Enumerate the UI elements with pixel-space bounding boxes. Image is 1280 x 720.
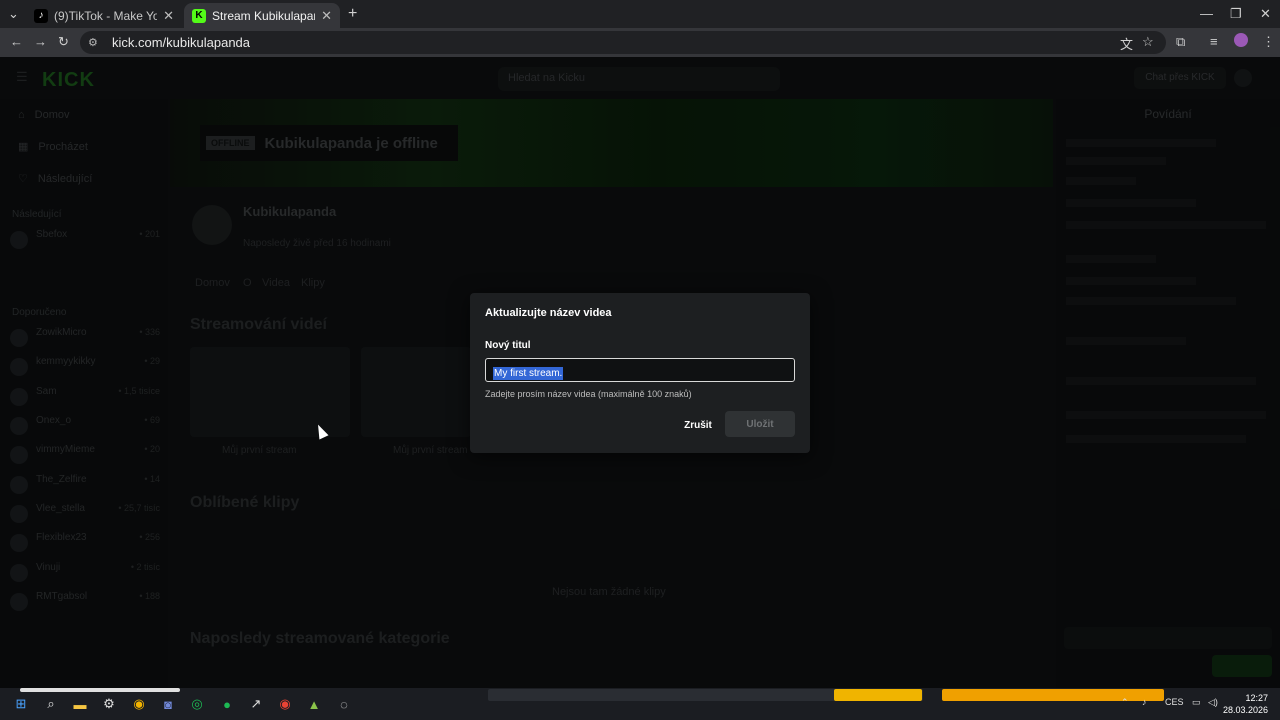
clock[interactable]: 12:27 28.03.2026 <box>1223 692 1268 716</box>
tab-tiktok[interactable]: ♪ (9)TikTok - Make Your Day ✕ <box>26 3 182 28</box>
title-input[interactable]: My first stream. <box>485 358 795 382</box>
tab-label: (9)TikTok - Make Your Day <box>54 8 158 23</box>
cancel-button[interactable]: Zrušit <box>676 414 720 436</box>
tab-kick[interactable]: K Stream Kubikulapandy - Sleduj ✕ <box>184 3 340 28</box>
extensions-icon[interactable]: ⧉ <box>1176 34 1185 50</box>
close-icon[interactable]: ✕ <box>163 8 174 24</box>
browser-tab-bar: ⌄ ♪ (9)TikTok - Make Your Day ✕ K Stream… <box>0 0 1280 28</box>
media-icon[interactable]: ≡ <box>1210 34 1218 49</box>
settings-icon[interactable]: ⚙ <box>98 693 120 715</box>
discord-icon[interactable]: ◙ <box>157 693 179 715</box>
profile-avatar-icon[interactable] <box>1234 33 1248 47</box>
app-icon[interactable]: ↗ <box>245 693 267 715</box>
window-close-icon[interactable]: ✕ <box>1260 6 1271 22</box>
title-help-text: Zadejte prosím název videa (maximálně 10… <box>485 389 692 399</box>
obs-icon[interactable]: ◌ <box>333 693 355 715</box>
windows-taskbar: ⊞ ⌕ ▬ ⚙ ◉ ◙ ◎ ● ↗ ◉ ▲ ◌ ⌃ ♪ CES ▭ ◁) 12:… <box>0 688 1280 720</box>
dialog-title: Aktualizujte název videa <box>485 307 612 319</box>
tiktok-icon: ♪ <box>34 8 48 23</box>
app-icon[interactable]: ▲ <box>303 693 325 715</box>
tab-label: Stream Kubikulapandy - Sleduj <box>212 8 315 23</box>
browser-toolbar: ← → ↻ ⚙ kick.com/kubikulapanda 文 ☆ ⧉ ≡ ⋮ <box>0 28 1280 57</box>
clock-date: 28.03.2026 <box>1222 705 1268 715</box>
windows-start-icon[interactable]: ⊞ <box>10 693 32 715</box>
microphone-icon[interactable]: ♪ <box>1142 697 1147 707</box>
file-explorer-icon[interactable]: ▬ <box>69 693 91 715</box>
title-input-value: My first stream. <box>493 367 564 380</box>
url-text: kick.com/kubikulapanda <box>112 35 251 50</box>
kick-icon: K <box>192 8 206 23</box>
forward-icon[interactable]: → <box>34 34 47 49</box>
restore-icon[interactable]: ❐ <box>1230 6 1242 22</box>
close-icon[interactable]: ✕ <box>321 8 332 24</box>
reload-icon[interactable]: ↻ <box>58 34 69 50</box>
volume-icon[interactable]: ◁) <box>1208 697 1218 708</box>
search-icon[interactable]: ⌕ <box>40 693 62 715</box>
xbox-icon[interactable]: ◎ <box>186 693 208 715</box>
thumbnail-strip <box>834 689 922 701</box>
menu-icon[interactable]: ⋮ <box>1262 34 1275 50</box>
back-icon[interactable]: ← <box>10 34 23 49</box>
network-icon[interactable]: ▭ <box>1192 697 1201 708</box>
chrome-icon[interactable]: ◉ <box>128 693 150 715</box>
thumbnail-strip <box>20 688 180 692</box>
tab-search-icon[interactable]: ⌄ <box>8 6 19 22</box>
translate-icon[interactable]: 文 <box>1120 34 1133 53</box>
spotify-icon[interactable]: ● <box>216 693 238 715</box>
new-tab-icon[interactable]: + <box>348 5 357 23</box>
rename-video-dialog: Aktualizujte název videa Nový titul My f… <box>470 293 810 453</box>
chrome-active-icon[interactable]: ◉ <box>274 693 296 715</box>
language-indicator[interactable]: CES <box>1165 697 1184 707</box>
save-button[interactable]: Uložit <box>725 411 795 437</box>
minimize-icon[interactable]: — <box>1200 6 1213 21</box>
tray-overflow-icon[interactable]: ⌃ <box>1121 697 1129 708</box>
thumbnail-strip <box>942 689 1164 701</box>
address-bar[interactable]: ⚙ kick.com/kubikulapanda <box>80 31 1166 54</box>
bookmark-star-icon[interactable]: ☆ <box>1142 34 1154 50</box>
title-field-label: Nový titul <box>485 340 531 351</box>
site-info-icon[interactable]: ⚙ <box>88 36 102 50</box>
clock-time: 12:27 <box>1245 693 1268 703</box>
